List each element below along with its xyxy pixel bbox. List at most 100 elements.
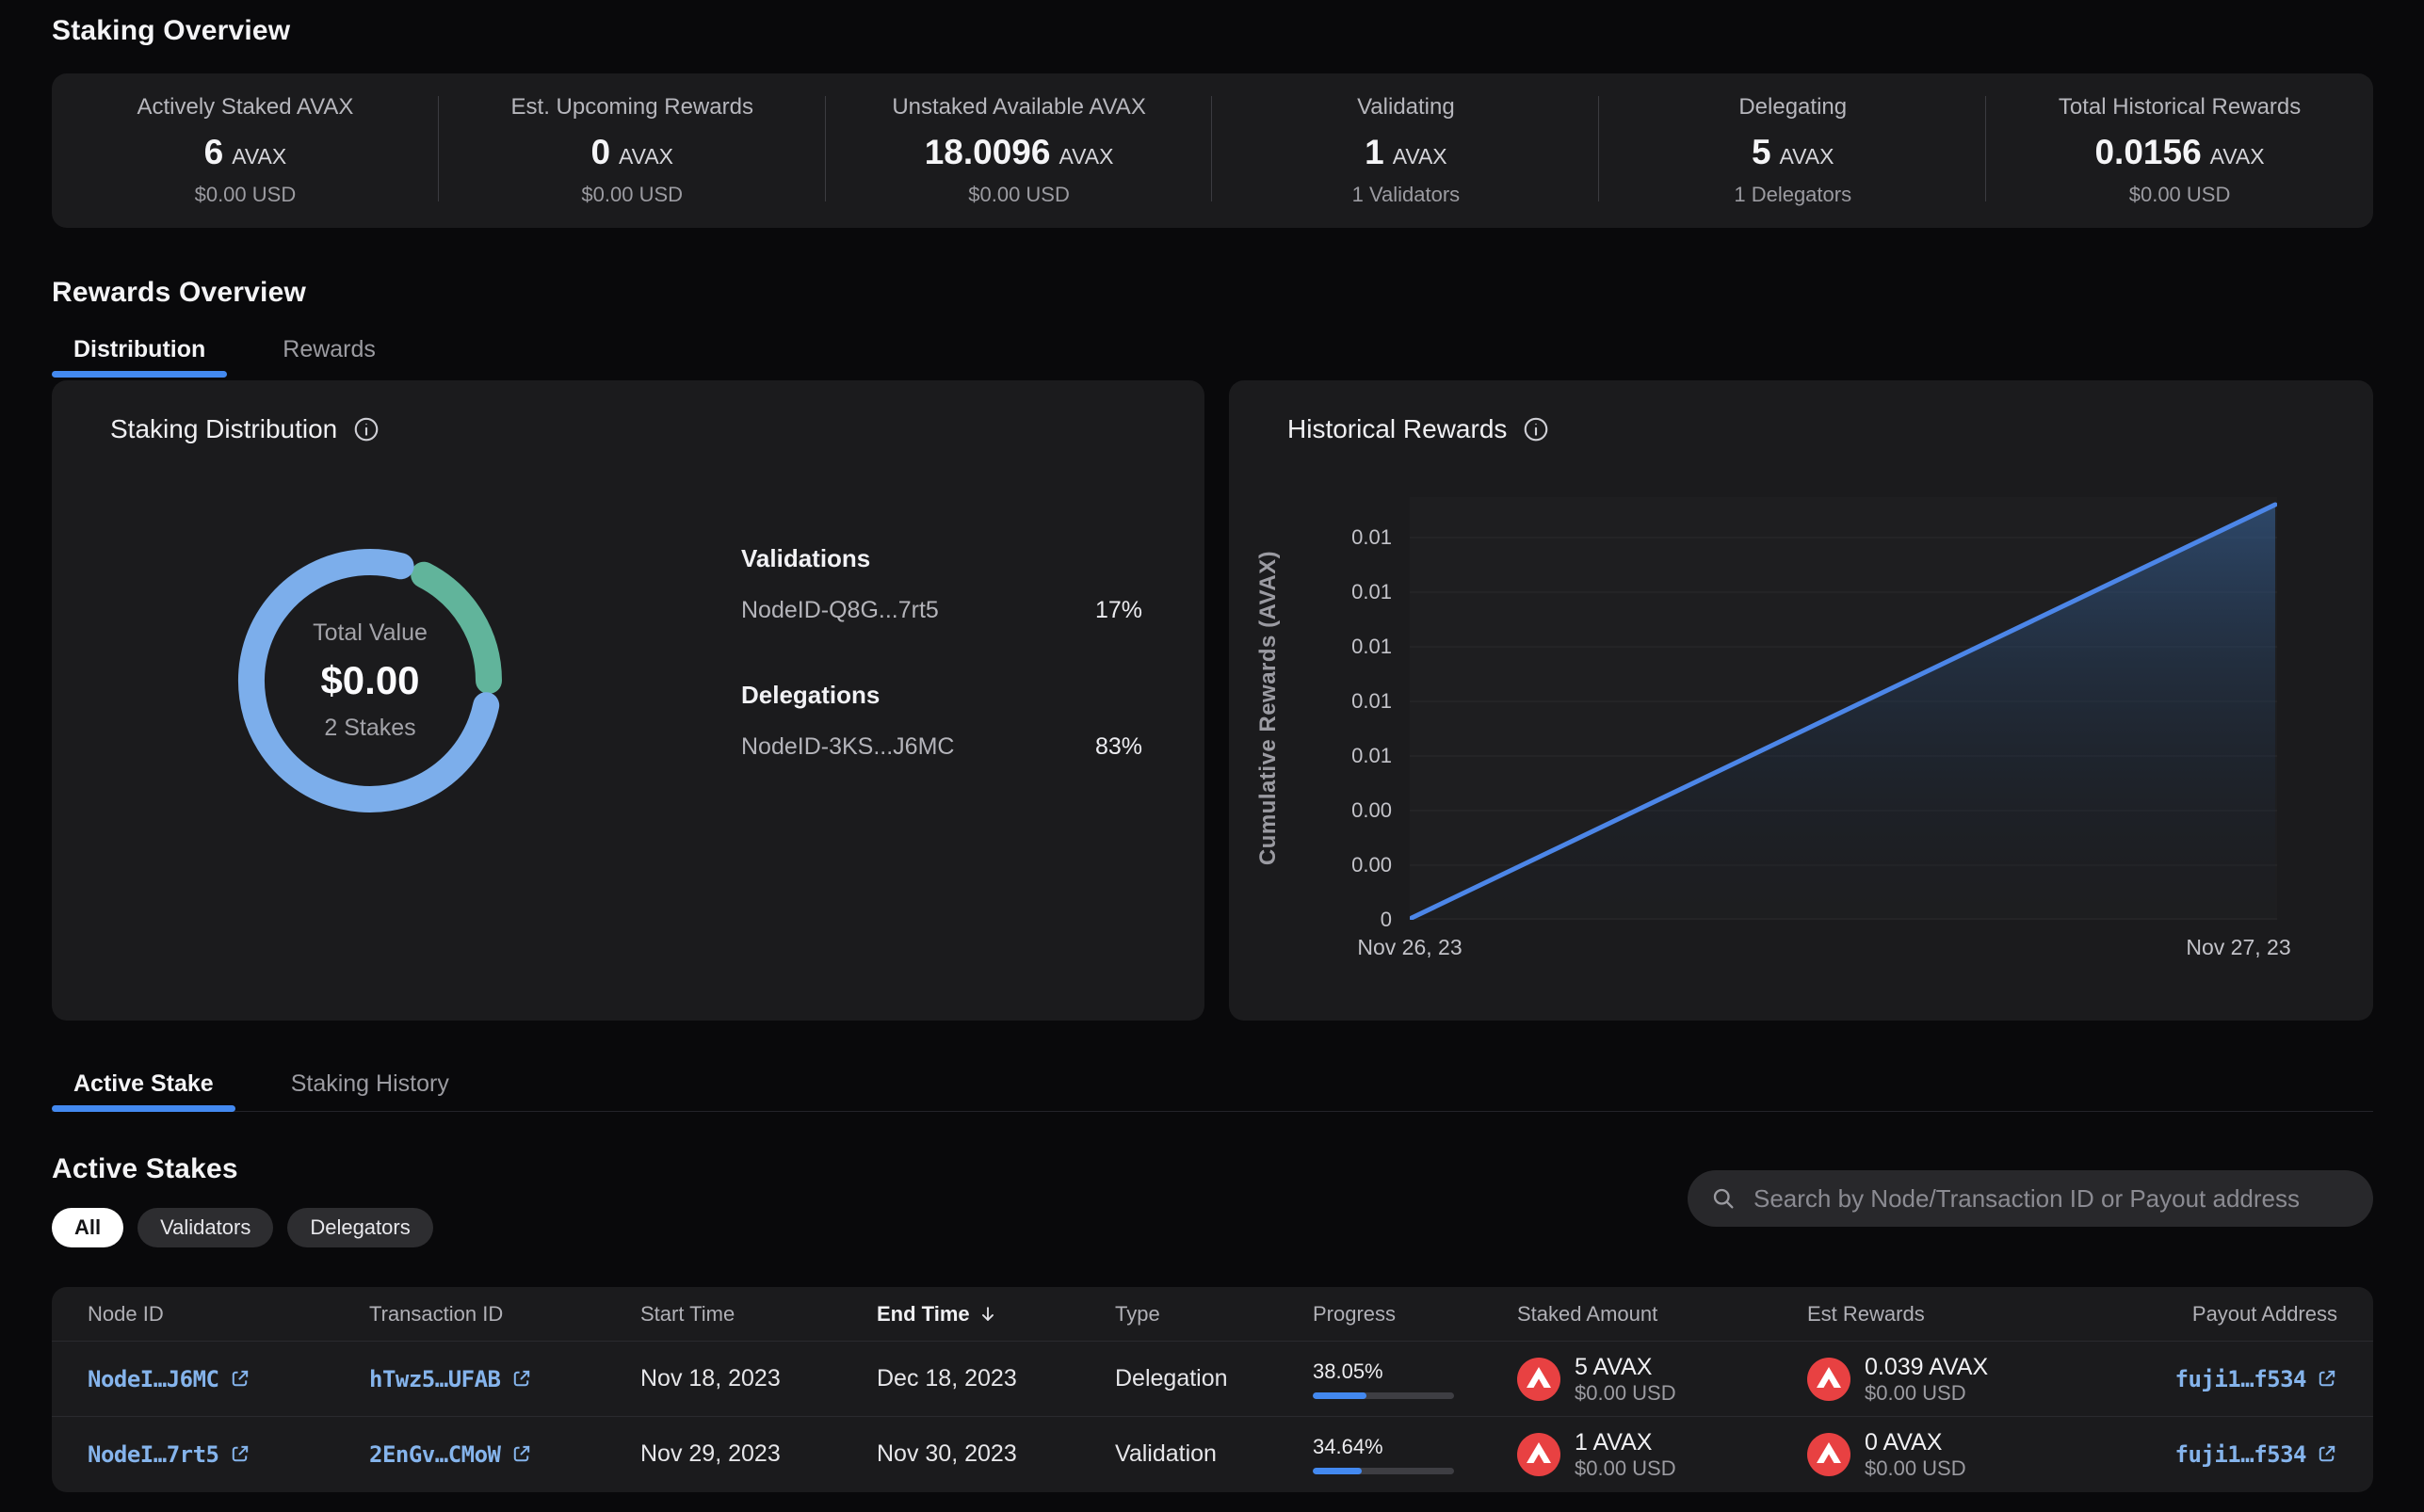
- search-input[interactable]: [1753, 1184, 2351, 1214]
- payout-address-link[interactable]: fuji1…f534: [2175, 1366, 2338, 1392]
- donut-total-value: $0.00: [320, 658, 419, 703]
- filter-delegators[interactable]: Delegators: [287, 1208, 432, 1247]
- payout-address-link[interactable]: fuji1…f534: [2175, 1441, 2338, 1468]
- external-link-icon: [229, 1368, 250, 1390]
- y-tick: 0.01: [1285, 525, 1392, 550]
- stat-unit: AVAX: [619, 144, 673, 169]
- filter-validators[interactable]: Validators: [137, 1208, 273, 1247]
- progress-bar: [1313, 1392, 1454, 1399]
- stat-historical-rewards: Total Historical Rewards 0.0156AVAX $0.0…: [1986, 73, 2373, 228]
- tx-id-link[interactable]: hTwz5…UFAB: [369, 1366, 532, 1392]
- external-link-icon: [229, 1443, 250, 1465]
- stat-label: Total Historical Rewards: [2059, 94, 2301, 121]
- stake-type: Validation: [1115, 1440, 1313, 1468]
- search-icon: [1710, 1185, 1737, 1212]
- table-row: NodeI…J6MC hTwz5…UFAB Nov 18, 2023 Dec 1…: [52, 1341, 2373, 1416]
- tx-id-text: 2EnGv…CMoW: [369, 1441, 501, 1468]
- validation-node-id: NodeID-Q8G...7rt5: [741, 597, 939, 624]
- stat-value: 0: [590, 133, 610, 172]
- payout-address-text: fuji1…f534: [2175, 1366, 2307, 1392]
- stat-value: 5: [1752, 133, 1771, 172]
- stat-sub: $0.00 USD: [581, 183, 683, 207]
- sort-desc-icon: [978, 1304, 998, 1325]
- progress-percent: 34.64%: [1313, 1435, 1479, 1459]
- col-staked-amount: Staked Amount: [1517, 1302, 1807, 1327]
- progress-cell: 34.64%: [1313, 1435, 1517, 1474]
- stat-unit: AVAX: [1393, 144, 1447, 169]
- payout-address-text: fuji1…f534: [2175, 1441, 2307, 1468]
- staking-distribution-panel: Staking Distribution Total Value $0.00 2…: [52, 380, 1204, 1021]
- table-row: NodeI…7rt5 2EnGv…CMoW Nov 29, 2023 Nov 3…: [52, 1416, 2373, 1491]
- tx-id-link[interactable]: 2EnGv…CMoW: [369, 1441, 532, 1468]
- y-tick: 0.01: [1285, 744, 1392, 768]
- info-icon[interactable]: [352, 415, 380, 443]
- active-stakes-table: Node ID Transaction ID Start Time End Ti…: [52, 1287, 2373, 1492]
- donut-total-label: Total Value: [313, 619, 428, 647]
- y-tick: 0.01: [1285, 635, 1392, 659]
- tab-active-stake[interactable]: Active Stake: [52, 1070, 235, 1111]
- stake-tabs: Active Stake Staking History: [52, 1070, 2373, 1112]
- stat-unstaked-available: Unstaked Available AVAX 18.0096AVAX $0.0…: [826, 73, 1213, 228]
- end-time: Dec 18, 2023: [877, 1365, 1115, 1392]
- external-link-icon: [2316, 1368, 2337, 1390]
- stat-upcoming-rewards: Est. Upcoming Rewards 0AVAX $0.00 USD: [439, 73, 826, 228]
- avax-logo-icon: [1807, 1433, 1850, 1476]
- col-payout-address: Payout Address: [2118, 1302, 2337, 1327]
- stat-unit: AVAX: [1058, 144, 1113, 169]
- validation-row: NodeID-Q8G...7rt5 17%: [741, 597, 1142, 624]
- x-tick-start: Nov 26, 23: [1357, 935, 1462, 960]
- rewards-line-chart: [1410, 497, 2277, 920]
- x-tick-end: Nov 27, 23: [2186, 935, 2290, 960]
- est-rewards-cell: 0.039 AVAX$0.00 USD: [1807, 1353, 2118, 1406]
- staking-overview-stats: Actively Staked AVAX 6AVAX $0.00 USD Est…: [52, 73, 2373, 228]
- stat-label: Unstaked Available AVAX: [892, 94, 1146, 121]
- delegation-row: NodeID-3KS...J6MC 83%: [741, 733, 1142, 761]
- col-end-time-label: End Time: [877, 1302, 970, 1327]
- start-time: Nov 18, 2023: [640, 1365, 877, 1392]
- y-tick: 0.00: [1285, 853, 1392, 877]
- distribution-list: Validations NodeID-Q8G...7rt5 17% Delega…: [741, 542, 1142, 761]
- info-icon[interactable]: [1522, 415, 1550, 443]
- progress-cell: 38.05%: [1313, 1359, 1517, 1399]
- col-type: Type: [1115, 1302, 1313, 1327]
- historical-rewards-panel: Historical Rewards Cumulative Rewards (A…: [1229, 380, 2373, 1021]
- stake-type: Delegation: [1115, 1365, 1313, 1392]
- delegation-percent: 83%: [1095, 733, 1142, 761]
- delegations-heading: Delegations: [741, 679, 1142, 711]
- col-node-id: Node ID: [88, 1302, 369, 1327]
- y-tick: 0.01: [1285, 580, 1392, 604]
- node-id-link[interactable]: NodeI…J6MC: [88, 1366, 250, 1392]
- rewards-overview-title: Rewards Overview: [52, 277, 2373, 309]
- filter-all[interactable]: All: [52, 1208, 123, 1247]
- stat-label: Actively Staked AVAX: [137, 94, 353, 121]
- node-id-link[interactable]: NodeI…7rt5: [88, 1441, 250, 1468]
- staked-amount-cell: 5 AVAX$0.00 USD: [1517, 1353, 1807, 1406]
- stat-value: 1: [1365, 133, 1384, 172]
- external-link-icon: [2316, 1443, 2337, 1465]
- table-header: Node ID Transaction ID Start Time End Ti…: [52, 1287, 2373, 1341]
- staked-amount-cell: 1 AVAX$0.00 USD: [1517, 1428, 1807, 1481]
- col-start-time: Start Time: [640, 1302, 877, 1327]
- stat-unit: AVAX: [1780, 144, 1834, 169]
- stat-label: Validating: [1357, 94, 1455, 121]
- node-id-text: NodeI…7rt5: [88, 1441, 219, 1468]
- stat-validating: Validating 1 AVAX 1 Validators: [1212, 73, 1599, 228]
- delegation-node-id: NodeID-3KS...J6MC: [741, 733, 954, 761]
- stat-value: 6: [204, 133, 224, 172]
- progress-percent: 38.05%: [1313, 1359, 1479, 1384]
- tx-id-text: hTwz5…UFAB: [369, 1366, 501, 1392]
- tab-rewards[interactable]: Rewards: [261, 335, 397, 377]
- est-rewards-cell: 0 AVAX$0.00 USD: [1807, 1428, 2118, 1481]
- tab-staking-history[interactable]: Staking History: [269, 1070, 471, 1111]
- tab-distribution[interactable]: Distribution: [52, 335, 227, 377]
- stat-sub: 1 Validators: [1352, 183, 1461, 207]
- staking-distribution-title: Staking Distribution: [110, 414, 337, 444]
- col-end-time-sort[interactable]: End Time: [877, 1302, 1115, 1327]
- stat-label: Delegating: [1738, 94, 1847, 121]
- stat-unit: AVAX: [232, 144, 286, 169]
- staking-distribution-donut: Total Value $0.00 2 Stakes: [234, 544, 507, 817]
- stat-sub: $0.00 USD: [195, 183, 297, 207]
- y-tick: 0: [1285, 908, 1392, 932]
- search-bar[interactable]: [1688, 1170, 2373, 1227]
- col-transaction-id: Transaction ID: [369, 1302, 640, 1327]
